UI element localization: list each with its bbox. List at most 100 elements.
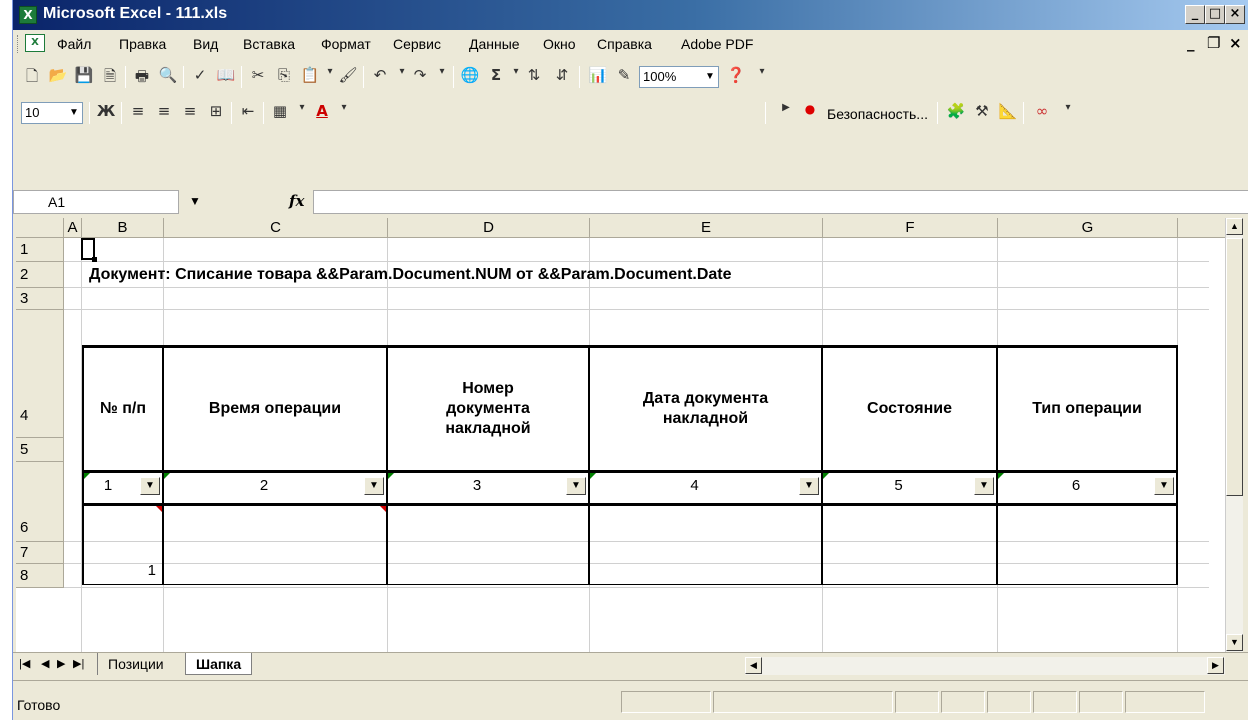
autofilter-dropdown-icon[interactable]: ▼ [1154,477,1174,495]
doc-minimize-icon[interactable]: _ [1187,34,1195,52]
column-number-cell[interactable]: 6 [998,474,1154,498]
workbook-icon[interactable]: X [25,34,45,52]
formula-input[interactable] [313,190,1248,214]
help-icon[interactable]: ❓ [725,66,747,88]
autofilter-dropdown-icon[interactable]: ▼ [364,477,384,495]
chart-wizard-icon[interactable]: 📊 [587,66,609,88]
row6-number-cell[interactable]: 1 [84,560,156,582]
column-number-cell[interactable]: 4 [590,474,799,498]
horizontal-scrollbar[interactable]: ◀ ▶ [745,657,1225,675]
header-cell-state[interactable]: Состояние [823,348,996,470]
sheet-tab-header[interactable]: Шапка [185,653,253,675]
menu-help[interactable]: Справка [597,36,652,52]
security-button[interactable]: Безопасность... [827,106,928,122]
row-header-2[interactable]: 2 [16,262,64,288]
prev-sheet-icon[interactable]: ◀ [41,657,49,670]
open-icon[interactable]: 📂 [47,66,69,88]
redo-icon[interactable]: ↷ [409,66,431,88]
bold-icon[interactable]: Ж [95,102,117,124]
last-sheet-icon[interactable]: ▶| [73,657,84,670]
align-center-icon[interactable]: ≡ [153,102,175,124]
column-header-c[interactable]: C [164,218,388,238]
excel-app-icon[interactable]: X [19,6,37,24]
paste-icon[interactable]: 📋 [299,66,321,88]
menu-format[interactable]: Формат [321,36,371,52]
minimize-button[interactable]: _ [1185,5,1205,24]
scroll-up-icon[interactable]: ▲ [1226,218,1243,235]
column-header-g[interactable]: G [998,218,1178,238]
design-mode-icon[interactable]: 📐 [997,102,1019,124]
visual-basic-icon[interactable]: 🧩 [945,102,967,124]
column-number-cell[interactable]: 1 [84,474,132,498]
column-header-b[interactable]: B [82,218,164,238]
column-number-cell[interactable]: 3 [388,474,566,498]
header-cell-invoice-number[interactable]: Номер документа накладной [388,348,588,470]
header-cell-invoice-date[interactable]: Дата документа накладной [590,348,821,470]
scroll-left-icon[interactable]: ◀ [745,657,762,674]
research-icon[interactable]: 📖 [215,66,237,88]
row-header-8[interactable]: 8 [16,564,64,588]
doc-restore-icon[interactable]: ❐ [1207,34,1220,52]
decrease-indent-icon[interactable]: ⇤ [237,102,259,124]
sort-descending-icon[interactable]: ⇵ [551,66,573,88]
column-header-d[interactable]: D [388,218,590,238]
align-left-icon[interactable]: ≡ [127,102,149,124]
font-size-combo[interactable]: 10 ▼ [21,102,83,124]
menu-window[interactable]: Окно [543,36,576,52]
toolbar-options-icon[interactable]: ▾ [751,66,773,88]
document-title-cell[interactable]: Документ: Списание товара &&Param.Docume… [89,266,732,284]
header-cell-number[interactable]: № п/п [84,348,162,470]
new-icon[interactable]: 🗋 [21,66,43,88]
menu-edit[interactable]: Правка [119,36,166,52]
copy-icon[interactable]: ⎘ [273,66,295,88]
toolbar-options-icon[interactable]: ▾ [1057,102,1079,124]
close-button[interactable]: × [1225,5,1245,24]
column-number-cell[interactable]: 2 [164,474,364,498]
column-number-cell[interactable]: 5 [823,474,974,498]
first-sheet-icon[interactable]: |◀ [19,657,30,670]
record-macro-icon[interactable]: ● [799,102,821,124]
cut-icon[interactable]: ✂ [247,66,269,88]
autosum-icon[interactable]: Σ [485,66,507,88]
menu-view[interactable]: Вид [193,36,218,52]
run-macro-icon[interactable]: ▶ [775,102,797,124]
row-header-7[interactable]: 7 [16,542,64,564]
hyperlink-icon[interactable]: 🌐 [459,66,481,88]
column-header-e[interactable]: E [590,218,823,238]
scroll-down-icon[interactable]: ▼ [1226,634,1243,651]
maximize-button[interactable]: □ [1205,5,1225,24]
fill-handle[interactable] [92,257,97,262]
control-toolbox-icon[interactable]: ⚒ [971,102,993,124]
script-editor-icon[interactable]: ∞ [1031,102,1053,124]
column-header-a[interactable]: A [64,218,82,238]
spelling-icon[interactable]: ✓ [189,66,211,88]
header-cell-operation-type[interactable]: Тип операции [998,348,1176,470]
header-cell-operation-time[interactable]: Время операции [164,348,386,470]
print-icon[interactable]: 🖶 [131,66,153,88]
scroll-right-icon[interactable]: ▶ [1207,657,1224,674]
undo-icon[interactable]: ↶ [369,66,391,88]
merge-center-icon[interactable]: ⊞ [205,102,227,124]
autofilter-dropdown-icon[interactable]: ▼ [566,477,586,495]
menu-data[interactable]: Данные [469,36,520,52]
font-size-dropdown-icon[interactable]: ▼ [67,104,81,122]
menu-adobe-pdf[interactable]: Adobe PDF [681,36,753,52]
worksheet-grid[interactable]: A B C D E F G 1 2 3 4 5 6 7 8 Документ: … [16,218,1242,652]
comment-indicator-icon[interactable] [156,506,162,512]
column-header-h[interactable] [1178,218,1228,238]
autofilter-dropdown-icon[interactable]: ▼ [799,477,819,495]
drawing-icon[interactable]: ✎ [613,66,635,88]
name-box[interactable]: A1 [13,190,179,214]
row-header-6[interactable]: 6 [16,462,64,542]
zoom-dropdown-icon[interactable]: ▼ [703,68,717,86]
autofilter-dropdown-icon[interactable]: ▼ [140,477,160,495]
vertical-scroll-thumb[interactable] [1226,238,1243,496]
name-box-dropdown-icon[interactable]: ▼ [189,194,201,208]
row-header-5[interactable]: 5 [16,438,64,462]
menu-insert[interactable]: Вставка [243,36,295,52]
font-color-icon[interactable]: A [311,102,333,124]
align-right-icon[interactable]: ≡ [179,102,201,124]
next-sheet-icon[interactable]: ▶ [57,657,65,670]
doc-close-icon[interactable]: × [1229,34,1242,52]
permission-icon[interactable]: 🗎 [99,66,121,88]
